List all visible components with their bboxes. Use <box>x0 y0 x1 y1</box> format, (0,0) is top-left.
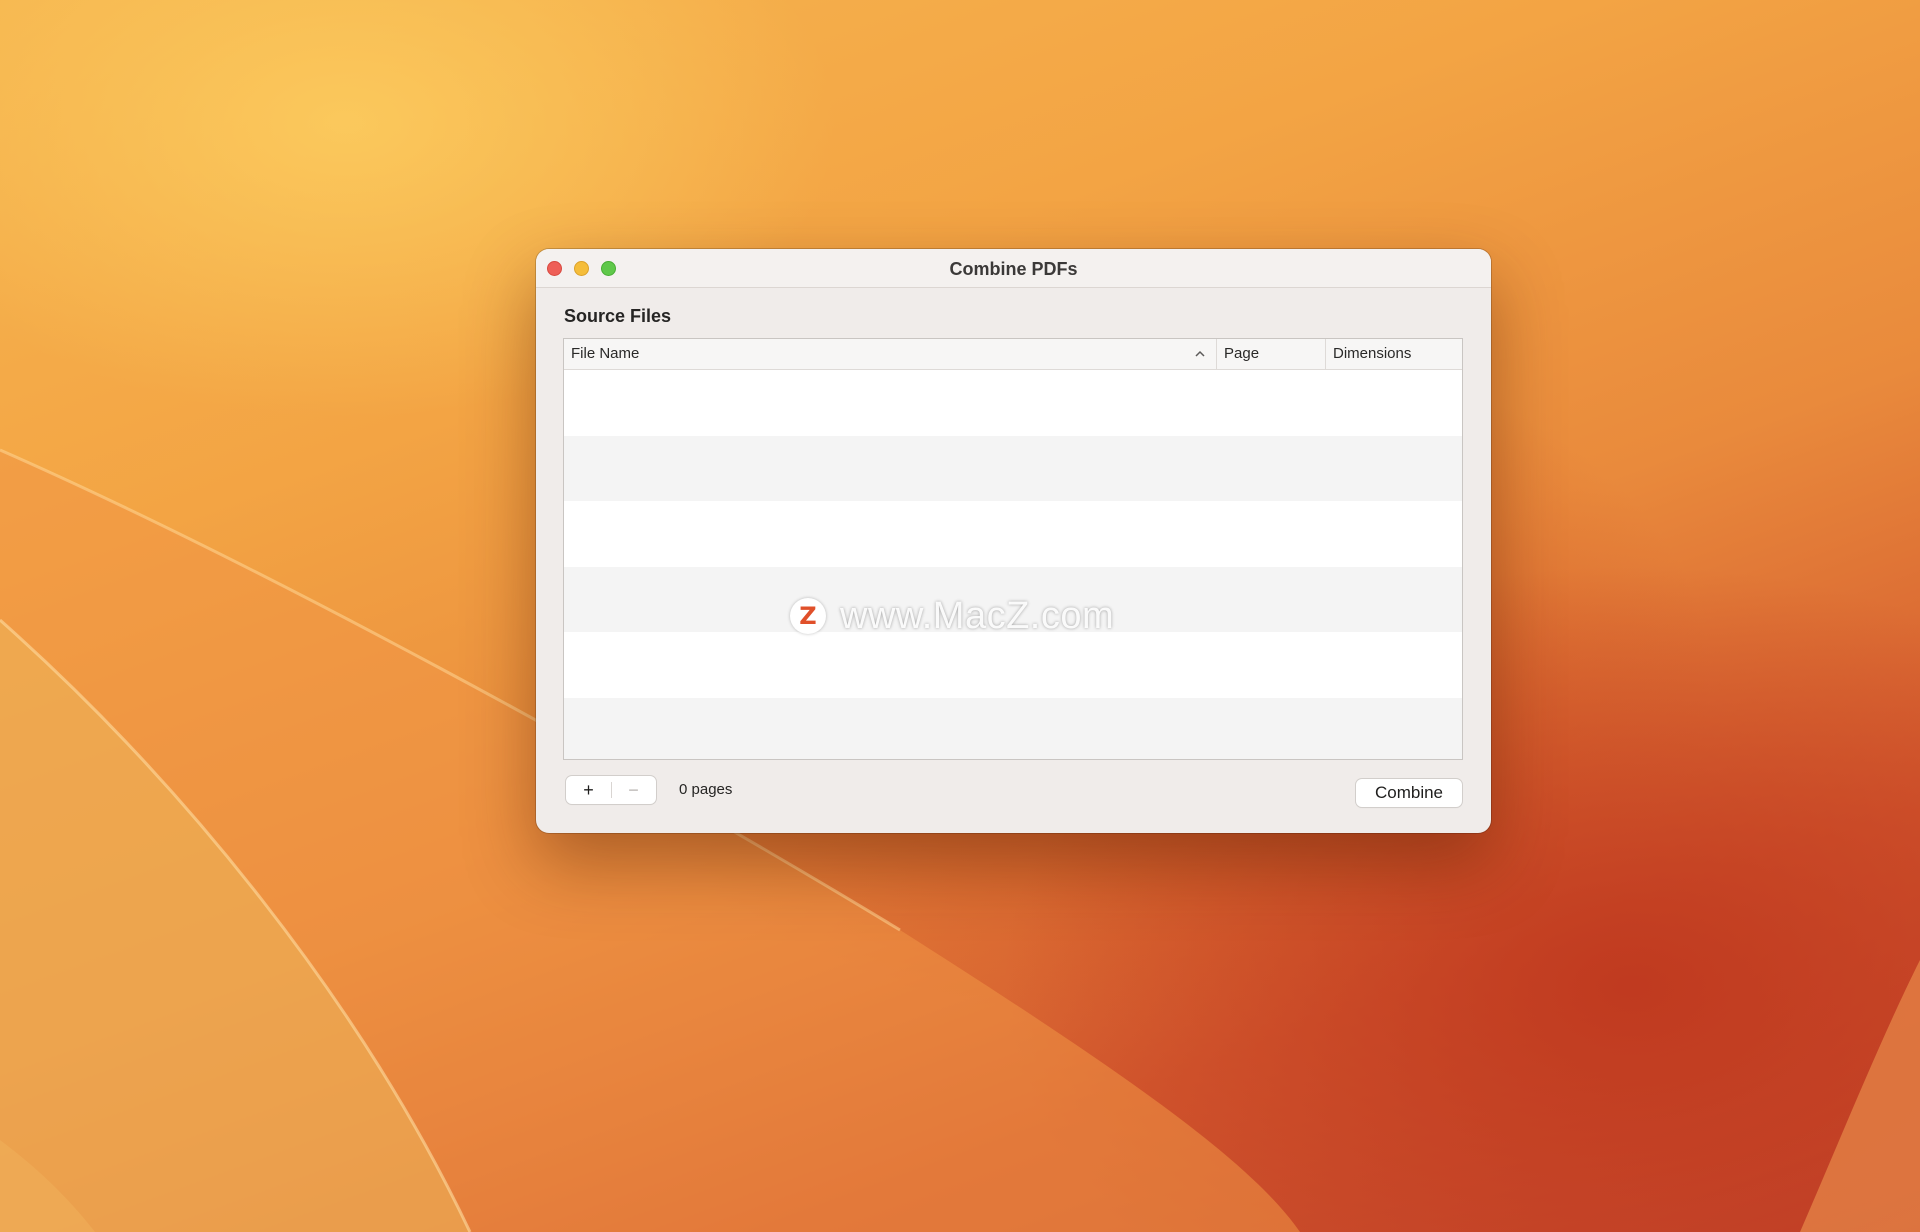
desktop-wallpaper: Combine PDFs Source Files File Name Page… <box>0 0 1920 1232</box>
source-files-table[interactable]: File Name Page Dimensions <box>563 338 1463 760</box>
chevron-up-icon <box>1194 339 1206 380</box>
table-row <box>564 370 1462 436</box>
combine-pdfs-window: Combine PDFs Source Files File Name Page… <box>536 249 1491 833</box>
page-count-label: 0 pages <box>679 781 733 798</box>
title-bar[interactable]: Combine PDFs <box>536 249 1491 288</box>
add-file-button[interactable]: + <box>566 776 611 804</box>
table-row <box>564 435 1462 501</box>
table-header: File Name Page Dimensions <box>564 339 1462 370</box>
table-row <box>564 632 1462 698</box>
window-title: Combine PDFs <box>949 259 1078 279</box>
table-row <box>564 566 1462 632</box>
table-row <box>564 697 1462 759</box>
remove-file-button[interactable]: − <box>611 776 656 804</box>
column-label-file-name: File Name <box>571 345 640 362</box>
column-header-page[interactable]: Page <box>1216 339 1325 369</box>
column-header-dimensions[interactable]: Dimensions <box>1325 339 1462 369</box>
combine-button[interactable]: Combine <box>1356 779 1462 807</box>
section-title: Source Files <box>564 306 672 326</box>
column-header-file-name[interactable]: File Name <box>564 339 1216 369</box>
table-row <box>564 501 1462 567</box>
column-label-dimensions: Dimensions <box>1333 345 1412 362</box>
column-label-page: Page <box>1224 345 1260 362</box>
add-remove-control: + − <box>566 776 656 804</box>
